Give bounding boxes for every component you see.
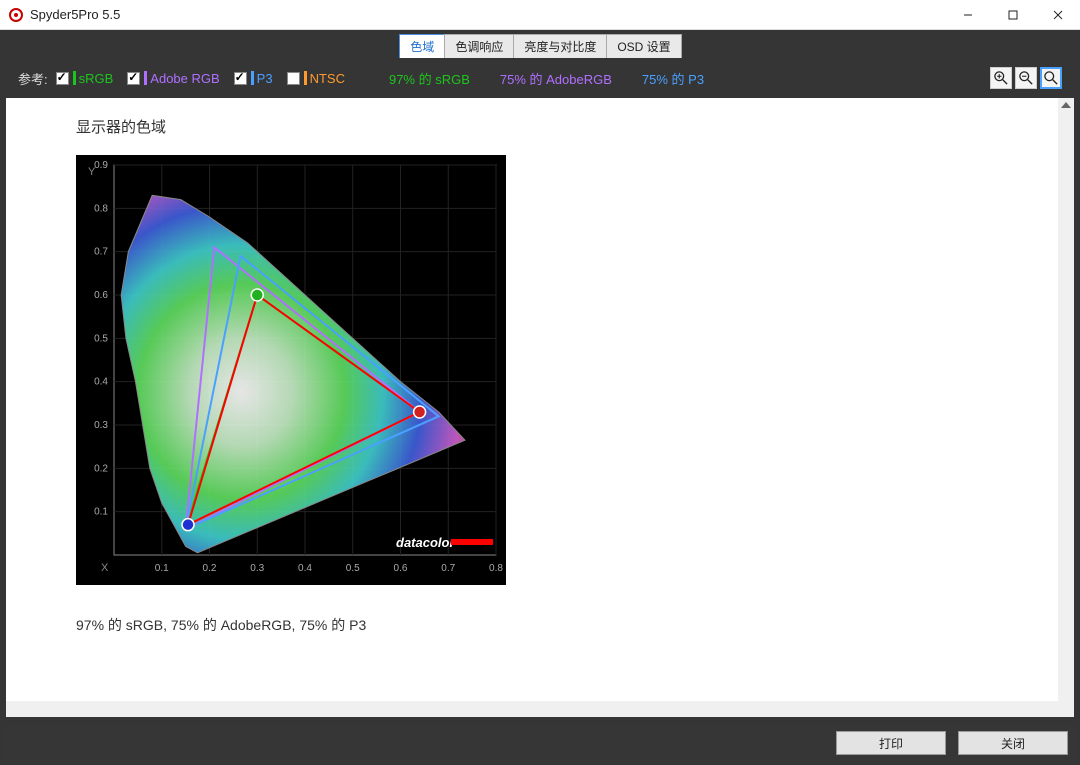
svg-text:0.3: 0.3 xyxy=(250,563,264,574)
gamut-toolbar: 参考: sRGB Adobe RGB P3 NTSC 97% 的 sRGB 75… xyxy=(4,64,1076,92)
checkbox-label: Adobe RGB xyxy=(150,71,219,86)
checkbox-icon xyxy=(287,72,300,85)
checkbox-label: NTSC xyxy=(310,71,345,86)
tab-label: 亮度与对比度 xyxy=(524,38,596,55)
reference-label: 参考: xyxy=(18,69,48,88)
svg-text:0.9: 0.9 xyxy=(94,160,108,171)
print-button[interactable]: 打印 xyxy=(836,731,946,755)
tab-label: 色域 xyxy=(410,38,434,55)
window-title: Spyder5Pro 5.5 xyxy=(30,7,945,22)
app-close-button[interactable]: 关闭 xyxy=(958,731,1068,755)
close-button[interactable] xyxy=(1035,0,1080,30)
bottom-bar: 打印 关闭 xyxy=(4,725,1076,761)
gamut-chart: 0.1 0.2 0.3 0.4 0.5 0.6 0.7 0.8 0.1 0.2 0.3 0.4 0.5 0… xyxy=(76,155,506,585)
svg-text:0.8: 0.8 xyxy=(489,563,503,574)
tab-label: OSD 设置 xyxy=(617,38,670,55)
button-label: 关闭 xyxy=(1001,735,1025,752)
svg-text:0.5: 0.5 xyxy=(94,333,108,344)
checkbox-icon xyxy=(127,72,140,85)
app-body: 色域 色调响应 亮度与对比度 OSD 设置 参考: sRGB Adobe RGB… xyxy=(0,30,1080,765)
checkbox-ntsc[interactable]: NTSC xyxy=(287,71,345,86)
result-p3: 75% 的 P3 xyxy=(642,69,704,88)
svg-text:0.6: 0.6 xyxy=(394,563,408,574)
tab-gamut[interactable]: 色域 xyxy=(399,34,445,58)
checkbox-label: sRGB xyxy=(79,71,114,86)
tab-label: 色调响应 xyxy=(455,38,503,55)
svg-text:0.2: 0.2 xyxy=(203,563,217,574)
checkbox-icon xyxy=(234,72,247,85)
checkbox-icon xyxy=(56,72,69,85)
svg-text:Y: Y xyxy=(88,166,96,178)
swatch-p3 xyxy=(251,71,254,85)
svg-text:0.1: 0.1 xyxy=(155,563,169,574)
svg-text:0.6: 0.6 xyxy=(94,290,108,301)
svg-text:0.3: 0.3 xyxy=(94,420,108,431)
scrollbar-horizontal[interactable] xyxy=(6,701,1074,717)
svg-text:0.4: 0.4 xyxy=(94,377,108,388)
svg-text:0.1: 0.1 xyxy=(94,507,108,518)
tab-brightness[interactable]: 亮度与对比度 xyxy=(513,34,607,58)
svg-text:0.8: 0.8 xyxy=(94,203,108,214)
panel-title: 显示器的色域 xyxy=(76,116,1004,137)
titlebar: Spyder5Pro 5.5 xyxy=(0,0,1080,30)
tab-tone[interactable]: 色调响应 xyxy=(444,34,514,58)
button-label: 打印 xyxy=(879,735,903,752)
gamut-summary: 97% 的 sRGB, 75% 的 AdobeRGB, 75% 的 P3 xyxy=(76,615,1004,635)
svg-text:0.4: 0.4 xyxy=(298,563,312,574)
checkbox-srgb[interactable]: sRGB xyxy=(56,71,114,86)
scrollbar-vertical[interactable] xyxy=(1058,98,1074,701)
result-srgb: 97% 的 sRGB xyxy=(389,69,470,88)
swatch-ntsc xyxy=(304,71,307,85)
swatch-argb xyxy=(144,71,147,85)
content-panel: 显示器的色域 0.1 0.2 0.3 0.4 0.5 0.6 0.7 0.8 0.1 0.2 0.3… xyxy=(6,98,1074,717)
svg-text:0.7: 0.7 xyxy=(94,247,108,258)
checkbox-label: P3 xyxy=(257,71,273,86)
checkbox-adobe-rgb[interactable]: Adobe RGB xyxy=(127,71,219,86)
tab-osd[interactable]: OSD 设置 xyxy=(606,34,681,58)
checkbox-p3[interactable]: P3 xyxy=(234,71,273,86)
zoom-out-button[interactable] xyxy=(1015,67,1037,89)
minimize-button[interactable] xyxy=(945,0,990,30)
app-logo-icon xyxy=(8,7,24,23)
svg-text:datacolor: datacolor xyxy=(396,535,455,550)
maximize-button[interactable] xyxy=(990,0,1035,30)
svg-text:0.7: 0.7 xyxy=(441,563,455,574)
svg-text:0.2: 0.2 xyxy=(94,463,108,474)
result-adobe-rgb: 75% 的 AdobeRGB xyxy=(500,69,612,88)
zoom-in-button[interactable] xyxy=(990,67,1012,89)
window-controls xyxy=(945,0,1080,30)
svg-text:0.5: 0.5 xyxy=(346,563,360,574)
svg-text:X: X xyxy=(101,562,109,574)
tab-bar: 色域 色调响应 亮度与对比度 OSD 设置 xyxy=(4,34,1076,58)
zoom-fit-button[interactable] xyxy=(1040,67,1062,89)
swatch-srgb xyxy=(73,71,76,85)
